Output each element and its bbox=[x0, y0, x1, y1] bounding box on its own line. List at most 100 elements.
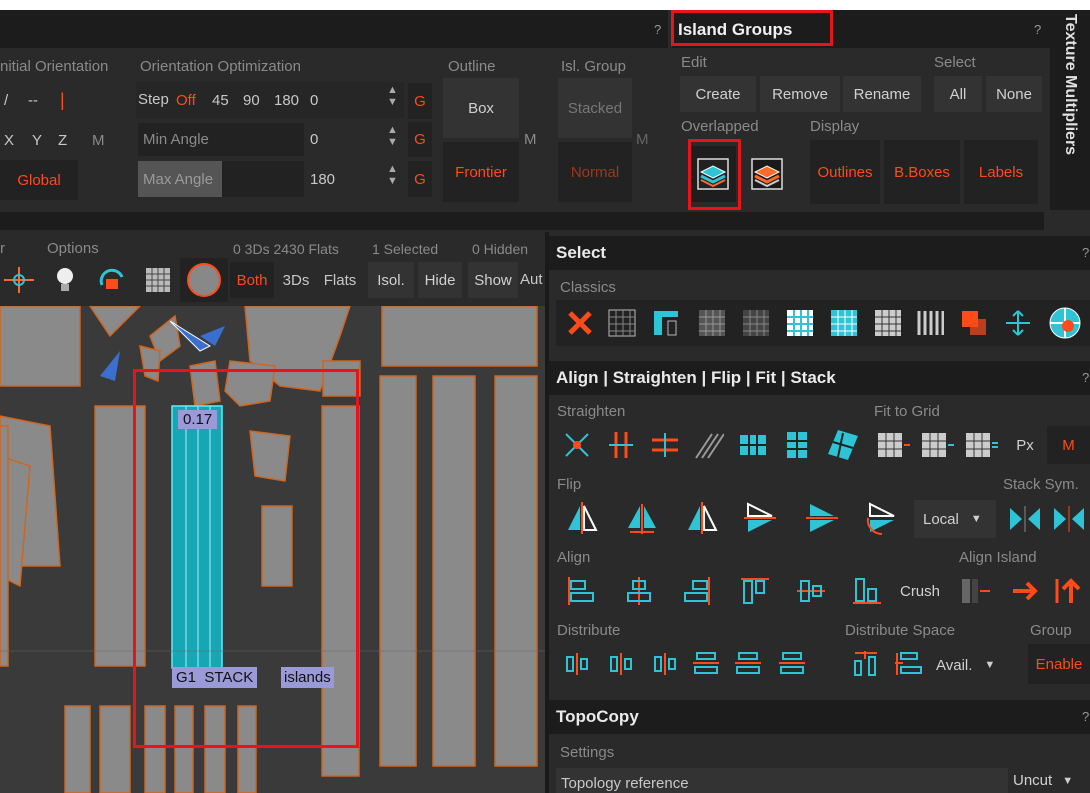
arrow-right-icon[interactable] bbox=[1006, 572, 1044, 610]
stack-sym-1-icon[interactable] bbox=[1006, 500, 1044, 538]
circle-shape-icon[interactable] bbox=[180, 258, 228, 302]
straighten-cross-icon[interactable] bbox=[560, 428, 594, 462]
enable-button[interactable]: Enable bbox=[1028, 644, 1090, 684]
top-panel-scrollbar[interactable] bbox=[0, 212, 1044, 230]
distribute-3-icon[interactable] bbox=[648, 646, 684, 682]
remove-button[interactable]: Remove bbox=[760, 76, 840, 112]
stack-sym-2-icon[interactable] bbox=[1050, 500, 1088, 538]
flip-v-2-icon[interactable] bbox=[802, 498, 842, 538]
distribute-space-2-icon[interactable] bbox=[890, 646, 926, 682]
straighten-vertical-icon[interactable] bbox=[604, 428, 638, 462]
step-off-button[interactable]: Off bbox=[176, 92, 196, 109]
align-right-icon[interactable] bbox=[678, 572, 716, 610]
orient-bar[interactable]: | bbox=[60, 90, 65, 111]
step-180-button[interactable]: 180 bbox=[274, 92, 299, 109]
grid-select-icon[interactable] bbox=[606, 307, 638, 339]
auto-button[interactable]: Aut bbox=[520, 271, 544, 288]
overlap-select-icon[interactable] bbox=[958, 307, 990, 339]
edge-select-icon[interactable] bbox=[650, 307, 682, 339]
rename-button[interactable]: Rename bbox=[843, 76, 921, 112]
px-button[interactable]: Px bbox=[1007, 426, 1043, 464]
help-icon[interactable]: ? bbox=[654, 22, 661, 37]
outline-m-button[interactable]: M bbox=[524, 131, 537, 148]
max-angle-value[interactable]: 180 bbox=[310, 171, 335, 188]
axis-m-button[interactable]: M bbox=[92, 132, 105, 149]
align-left-icon[interactable] bbox=[562, 572, 600, 610]
min-spinner-icon[interactable]: ▲ ▼ bbox=[387, 124, 398, 148]
align-bottom-icon[interactable] bbox=[848, 572, 886, 610]
show-button[interactable]: Show bbox=[468, 262, 518, 298]
outlines-button[interactable]: Outlines bbox=[810, 140, 880, 204]
global-button[interactable]: Global bbox=[0, 160, 78, 200]
stacked-button[interactable]: Stacked bbox=[558, 78, 632, 138]
step-90-button[interactable]: 90 bbox=[243, 92, 260, 109]
orient-dash[interactable]: -- bbox=[28, 92, 38, 109]
orient-slash[interactable]: / bbox=[4, 92, 8, 109]
align-help-icon[interactable]: ? bbox=[1082, 370, 1089, 385]
flip-h-icon[interactable] bbox=[562, 498, 602, 538]
arrow-up-icon[interactable] bbox=[1050, 572, 1088, 610]
step-45-button[interactable]: 45 bbox=[212, 92, 229, 109]
grid-skew-icon[interactable] bbox=[824, 426, 862, 464]
flip-h-2-icon[interactable] bbox=[622, 498, 662, 538]
hide-button[interactable]: Hide bbox=[418, 262, 462, 298]
uv-viewport[interactable]: 0.17 G1 STACK islands bbox=[0, 306, 545, 793]
axis-z-button[interactable]: Z bbox=[58, 132, 67, 149]
column-select-icon[interactable] bbox=[914, 307, 946, 339]
axis-y-button[interactable]: Y bbox=[32, 132, 42, 149]
max-spinner-icon[interactable]: ▲ ▼ bbox=[387, 163, 398, 187]
min-angle-value[interactable]: 0 bbox=[310, 131, 318, 148]
axis-x-button[interactable]: X bbox=[4, 132, 14, 149]
island-groups-help-icon[interactable]: ? bbox=[1034, 22, 1041, 37]
grid-select-3-icon[interactable] bbox=[740, 307, 772, 339]
flip-v-icon[interactable] bbox=[740, 498, 780, 538]
frontier-button[interactable]: Frontier bbox=[443, 142, 519, 202]
lightbulb-icon[interactable] bbox=[50, 262, 80, 298]
uncut-dropdown[interactable]: Uncut ▼ bbox=[1008, 768, 1090, 793]
step-g-button[interactable]: G bbox=[408, 83, 432, 119]
avail-dropdown[interactable]: Avail. ▼ bbox=[930, 646, 1010, 684]
flip-arrows-icon[interactable] bbox=[1002, 307, 1034, 339]
align-center-v-icon[interactable] bbox=[792, 572, 830, 610]
both-button[interactable]: Both bbox=[230, 262, 274, 298]
globe-select-icon[interactable] bbox=[1046, 305, 1084, 341]
none-button[interactable]: None bbox=[986, 76, 1042, 112]
fit-grid-1-icon[interactable] bbox=[874, 428, 912, 462]
grid-select-gray-icon[interactable] bbox=[872, 307, 904, 339]
max-g-button[interactable]: G bbox=[408, 161, 432, 197]
box-button[interactable]: Box bbox=[443, 78, 519, 138]
distribute-space-1-icon[interactable] bbox=[848, 646, 884, 682]
grid-select-2-icon[interactable] bbox=[696, 307, 728, 339]
labels-button[interactable]: Labels bbox=[964, 140, 1038, 204]
checker-grid-icon[interactable] bbox=[142, 262, 174, 298]
step-value[interactable]: 0 bbox=[310, 92, 318, 109]
3ds-button[interactable]: 3Ds bbox=[278, 262, 314, 298]
overlapped-layers-alt-icon[interactable] bbox=[746, 146, 788, 202]
straighten-horizontal-icon[interactable] bbox=[648, 428, 682, 462]
normal-button[interactable]: Normal bbox=[558, 142, 632, 202]
distribute-2-icon[interactable] bbox=[604, 646, 640, 682]
isol-button[interactable]: Isol. bbox=[368, 262, 414, 298]
create-button[interactable]: Create bbox=[680, 76, 756, 112]
deselect-x-icon[interactable] bbox=[564, 307, 596, 339]
fit-grid-3-icon[interactable] bbox=[962, 428, 1000, 462]
grid-select-mixed-icon[interactable] bbox=[828, 307, 860, 339]
grid-vertical-icon[interactable] bbox=[780, 428, 814, 462]
all-button[interactable]: All bbox=[934, 76, 982, 112]
move-pivot-icon[interactable] bbox=[0, 262, 38, 298]
texture-multipliers-label[interactable]: Texture Multipliers bbox=[1061, 14, 1079, 155]
flats-button[interactable]: Flats bbox=[318, 262, 362, 298]
rotate-lock-icon[interactable] bbox=[92, 262, 132, 298]
distribute-5-icon[interactable] bbox=[730, 646, 766, 682]
align-island-gradient-icon[interactable] bbox=[956, 572, 996, 610]
align-center-h-icon[interactable] bbox=[620, 572, 658, 610]
isl-m-button[interactable]: M bbox=[636, 131, 649, 148]
local-dropdown[interactable]: Local ▼ bbox=[914, 500, 996, 538]
crush-button[interactable]: Crush bbox=[894, 572, 946, 610]
step-spinner-icon[interactable]: ▲ ▼ bbox=[387, 84, 398, 108]
grid-4-icon[interactable] bbox=[736, 428, 770, 462]
bboxes-button[interactable]: B.Boxes bbox=[884, 140, 960, 204]
flip-v-3-icon[interactable] bbox=[862, 498, 902, 538]
select-help-icon[interactable]: ? bbox=[1082, 245, 1089, 260]
distribute-6-icon[interactable] bbox=[774, 646, 810, 682]
